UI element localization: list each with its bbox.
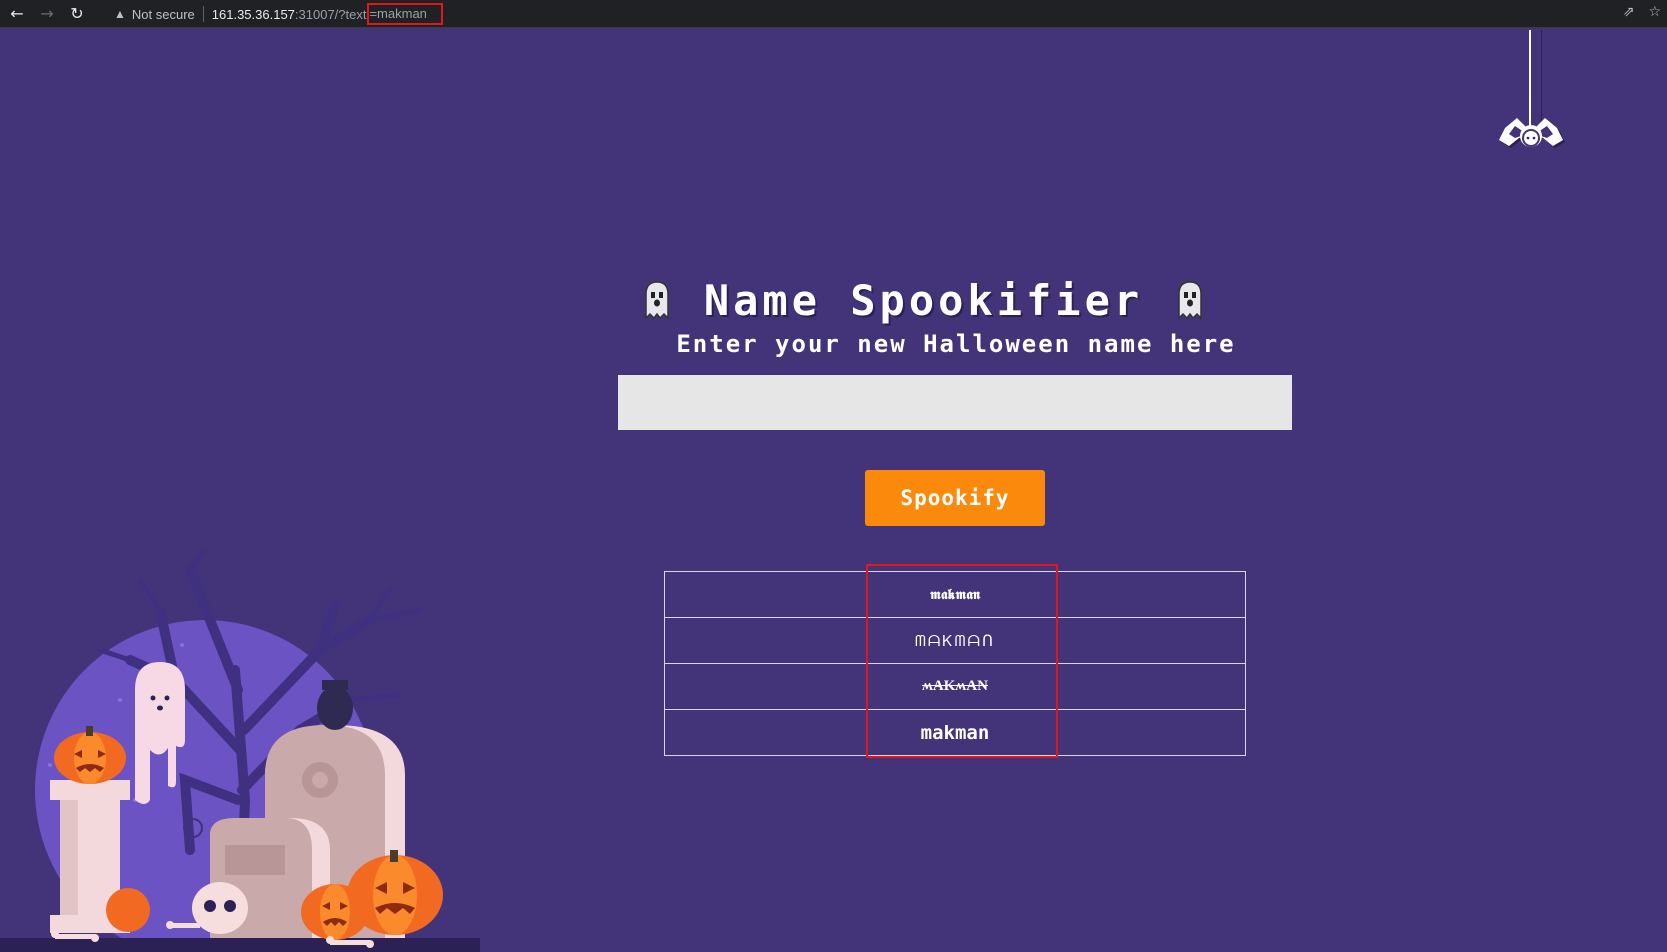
address-bar[interactable]: ▲ Not secure 161.35.36.157 :31007/?text …: [104, 2, 1574, 26]
share-icon[interactable]: ⇗: [1623, 4, 1635, 20]
back-icon[interactable]: ←: [4, 1, 30, 27]
url-host[interactable]: 161.35.36.157: [212, 7, 295, 22]
page-subtitle: Enter your new Halloween name here: [676, 330, 1236, 358]
result-cell: ʍAKʍAN: [664, 663, 1246, 710]
security-label[interactable]: Not secure: [132, 7, 195, 22]
url-query-highlight[interactable]: =makman: [367, 3, 443, 25]
spookify-button[interactable]: Spookify: [865, 470, 1045, 526]
table-row: ʍAKʍAN: [664, 663, 1246, 710]
spider-icon: [1499, 118, 1565, 148]
table-row: ᗰᗩᏦᗰᗩᑎ: [664, 617, 1246, 664]
table-row: 𝖒𝖆𝖐𝖒𝖆𝖓: [664, 571, 1246, 618]
name-input[interactable]: [618, 375, 1292, 430]
page-title: Name Spookifier: [703, 275, 1144, 325]
results-table: 𝖒𝖆𝖐𝖒𝖆𝖓 ᗰᗩᏦᗰᗩᑎ ʍAKʍAN makman: [664, 571, 1246, 756]
result-cell: 𝖒𝖆𝖐𝖒𝖆𝖓: [664, 571, 1246, 618]
ghost-icon: [1178, 281, 1202, 320]
forward-icon[interactable]: →: [34, 1, 60, 27]
halloween-illustration: [0, 550, 480, 952]
result-cell: ᗰᗩᏦᗰᗩᑎ: [664, 617, 1246, 664]
reload-icon[interactable]: ↻: [64, 1, 90, 27]
url-path[interactable]: :31007/?text: [295, 7, 367, 22]
browser-toolbar: ← → ↻ ▲ Not secure 161.35.36.157 :31007/…: [0, 0, 1667, 28]
result-cell: makman: [664, 709, 1246, 756]
separator: [202, 6, 204, 22]
title-row: Name Spookifier: [90, 270, 1667, 330]
ghost-icon: [645, 281, 669, 320]
star-icon[interactable]: ☆: [1648, 4, 1661, 20]
warning-triangle-icon[interactable]: ▲: [114, 7, 126, 21]
table-row: makman: [664, 709, 1246, 756]
